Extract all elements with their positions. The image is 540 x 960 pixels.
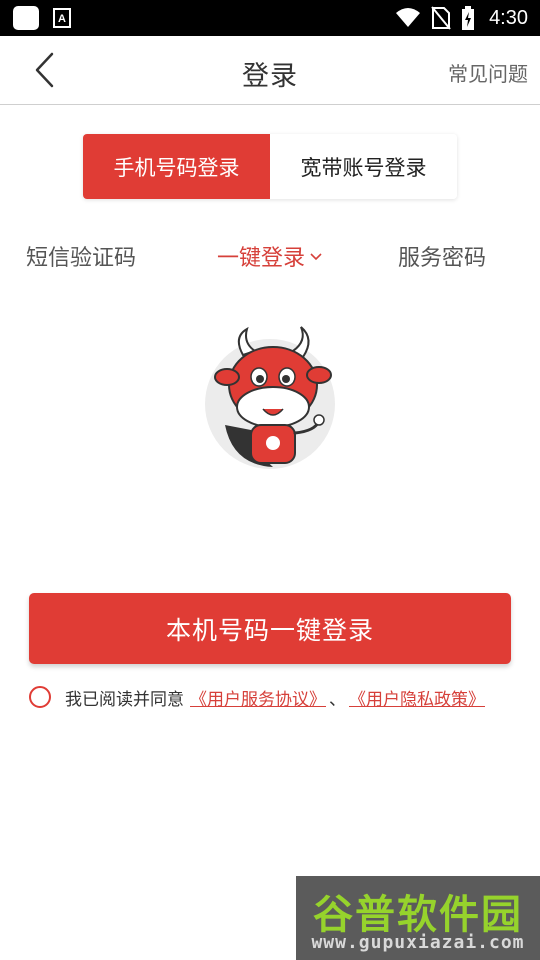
a-icon: A bbox=[53, 8, 71, 28]
mascot-icon bbox=[205, 326, 335, 469]
subtab-one-key-label: 一键登录 bbox=[217, 246, 306, 271]
one-key-login-button[interactable]: 本机号码一键登录 bbox=[29, 593, 511, 664]
agreement-text: 我已阅读并同意 bbox=[65, 689, 184, 710]
tab-phone-login[interactable]: 手机号码登录 bbox=[83, 134, 270, 199]
app-icon bbox=[13, 6, 39, 30]
svg-text:A: A bbox=[58, 13, 66, 25]
subtab-sms-code[interactable]: 短信验证码 bbox=[26, 240, 136, 272]
chevron-down-icon bbox=[310, 253, 322, 261]
no-sim-icon bbox=[431, 6, 451, 30]
user-service-agreement-link[interactable]: 《用户服务协议》 bbox=[190, 685, 326, 710]
subtab-one-key-login[interactable]: 一键登录 bbox=[217, 240, 322, 272]
nav-header: 登录 常见问题 bbox=[0, 36, 540, 105]
login-method-tabs: 手机号码登录 宽带账号登录 bbox=[83, 134, 457, 199]
tab-broadband-login[interactable]: 宽带账号登录 bbox=[270, 134, 457, 199]
radio-icon[interactable] bbox=[29, 686, 51, 708]
faq-link[interactable]: 常见问题 bbox=[448, 58, 528, 87]
agreement-row: 我已阅读并同意 《用户服务协议》 、 《用户隐私政策》 bbox=[29, 684, 485, 710]
battery-icon bbox=[462, 6, 475, 30]
watermark: 谷普软件园 www.gupuxiazai.com bbox=[296, 876, 540, 960]
subtab-service-password[interactable]: 服务密码 bbox=[398, 240, 486, 272]
login-type-subtabs: 短信验证码 一键登录 服务密码 bbox=[0, 240, 540, 276]
wifi-icon bbox=[396, 8, 421, 27]
watermark-url: www.gupuxiazai.com bbox=[311, 932, 525, 953]
status-bar: A 4:30 bbox=[0, 0, 540, 36]
privacy-policy-link[interactable]: 《用户隐私政策》 bbox=[349, 685, 485, 710]
agreement-separator: 、 bbox=[329, 689, 346, 710]
clock: 4:30 bbox=[489, 6, 528, 29]
